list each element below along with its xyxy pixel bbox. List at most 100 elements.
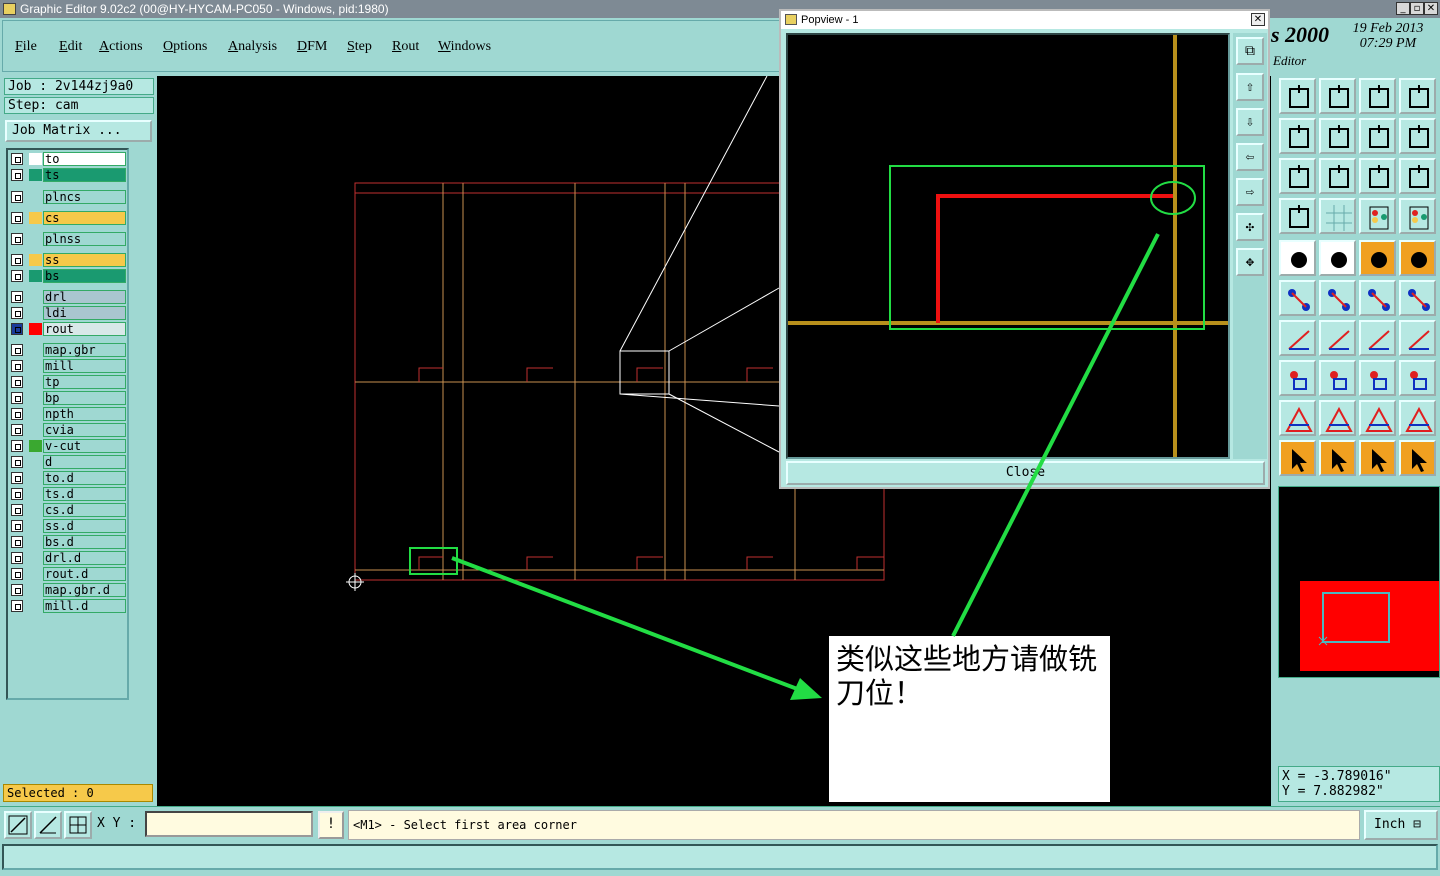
layer-name[interactable]: ts.d [43, 487, 126, 501]
layer-row-cs.d[interactable]: cs.d [8, 503, 128, 517]
tool-line-icon[interactable] [1319, 320, 1356, 356]
tool-feature-icon[interactable] [1279, 360, 1316, 396]
layer-color-swatch[interactable] [29, 323, 42, 335]
tool-snap-point-icon[interactable] [1359, 280, 1396, 316]
layer-name[interactable]: map.gbr.d [43, 583, 126, 597]
layer-name[interactable]: tp [43, 375, 126, 389]
layer-checkbox[interactable] [11, 323, 23, 335]
maximize-button[interactable]: ▫ [1410, 2, 1424, 15]
tool-triangle-d-icon[interactable] [1399, 400, 1436, 436]
close-window-button[interactable]: ✕ [1424, 2, 1438, 15]
layer-name[interactable]: to [43, 152, 126, 166]
tool-home-icon[interactable] [1359, 78, 1396, 114]
layer-checkbox[interactable] [11, 270, 23, 282]
layer-row-ts[interactable]: ts [8, 168, 128, 182]
pop-pan-up-icon[interactable]: ⇧ [1236, 73, 1264, 101]
layer-row-tp[interactable]: tp [8, 375, 128, 389]
tool-connect-icon[interactable] [1399, 280, 1436, 316]
layer-checkbox[interactable] [11, 169, 23, 181]
tool-minus-icon[interactable] [1319, 360, 1356, 396]
pop-pan-left-icon[interactable]: ⇦ [1236, 143, 1264, 171]
layer-checkbox[interactable] [11, 600, 23, 612]
layer-color-swatch[interactable] [29, 376, 42, 388]
layer-checkbox[interactable] [11, 472, 23, 484]
layer-name[interactable]: ss.d [43, 519, 126, 533]
tool-mirror-icon[interactable] [1359, 118, 1396, 154]
layer-row-v-cut[interactable]: v-cut [8, 439, 128, 453]
layer-color-swatch[interactable] [29, 270, 42, 282]
layer-checkbox[interactable] [11, 488, 23, 500]
layer-row-rout.d[interactable]: rout.d [8, 567, 128, 581]
pop-zoom-in-icon[interactable]: ✣ [1236, 213, 1264, 241]
tool-copy-icon[interactable] [1279, 78, 1316, 114]
measure-mode-icon[interactable] [34, 811, 62, 839]
layer-color-swatch[interactable] [29, 552, 42, 564]
xy-input[interactable] [145, 811, 313, 837]
job-matrix-button[interactable]: Job Matrix ... [5, 120, 152, 142]
layer-checkbox[interactable] [11, 191, 23, 203]
layer-checkbox[interactable] [11, 504, 23, 516]
layer-row-map.gbr.d[interactable]: map.gbr.d [8, 583, 128, 597]
popview-close-icon[interactable]: ✕ [1251, 13, 1265, 26]
layer-color-swatch[interactable] [29, 254, 42, 266]
tool-help-icon[interactable] [1399, 158, 1436, 194]
layer-checkbox[interactable] [11, 408, 23, 420]
tool-grid-icon[interactable] [1319, 198, 1356, 234]
layer-checkbox[interactable] [11, 568, 23, 580]
layer-checkbox[interactable] [11, 212, 23, 224]
layer-name[interactable]: rout [43, 322, 126, 336]
grid-snap-icon[interactable] [64, 811, 92, 839]
tool-scale-icon[interactable] [1359, 158, 1396, 194]
layer-checkbox[interactable] [11, 584, 23, 596]
layer-row-npth[interactable]: npth [8, 407, 128, 421]
layer-row-drl[interactable]: drl [8, 290, 128, 304]
popview-close-button[interactable]: Close [786, 461, 1265, 485]
unit-selector[interactable]: Inch ⊟ [1364, 810, 1438, 840]
pop-pan-right-icon[interactable]: ⇨ [1236, 178, 1264, 206]
menu-edit[interactable]: Edit [59, 39, 82, 55]
layer-color-swatch[interactable] [29, 360, 42, 372]
layer-row-cvia[interactable]: cvia [8, 423, 128, 437]
tool-draw-line-icon[interactable] [1319, 240, 1356, 276]
layer-row-ss[interactable]: ss [8, 253, 128, 267]
layer-color-swatch[interactable] [29, 568, 42, 580]
tool-select-pad-icon[interactable] [1279, 240, 1316, 276]
tool-pointer-select-icon[interactable] [1359, 440, 1396, 476]
tool-split-icon[interactable] [1399, 320, 1436, 356]
tool-rotate-icon[interactable] [1399, 118, 1436, 154]
menu-step[interactable]: Step [347, 39, 372, 55]
layer-name[interactable]: npth [43, 407, 126, 421]
layer-row-bs[interactable]: bs [8, 269, 128, 283]
layer-name[interactable]: cs.d [43, 503, 126, 517]
popview-title-bar[interactable]: Popview - 1 ✕ [781, 11, 1268, 29]
layer-color-swatch[interactable] [29, 291, 42, 303]
tool-fit-icon[interactable] [1279, 158, 1316, 194]
tool-move-right-icon[interactable] [1319, 118, 1356, 154]
layer-name[interactable]: mill [43, 359, 126, 373]
layer-color-swatch[interactable] [29, 584, 42, 596]
layer-color-swatch[interactable] [29, 212, 42, 224]
layer-checkbox[interactable] [11, 344, 23, 356]
layer-color-swatch[interactable] [29, 488, 42, 500]
tool-pointer-box-icon[interactable] [1319, 440, 1356, 476]
tool-angle-icon[interactable] [1279, 320, 1316, 356]
popview-canvas[interactable] [786, 33, 1230, 459]
tool-dimension-icon[interactable] [1359, 360, 1396, 396]
layer-name[interactable]: v-cut [43, 439, 126, 453]
menu-dfm[interactable]: DFM [297, 39, 327, 55]
layer-checkbox[interactable] [11, 360, 23, 372]
layer-color-swatch[interactable] [29, 169, 42, 181]
popview-window[interactable]: Popview - 1 ✕ ⧉ ⇧ ⇩ ⇦ ⇨ ✣ ✥ Close [779, 9, 1270, 489]
layer-color-swatch[interactable] [29, 520, 42, 532]
layer-row-mill[interactable]: mill [8, 359, 128, 373]
tool-pad-icon[interactable] [1399, 240, 1436, 276]
layer-checkbox[interactable] [11, 536, 23, 548]
tool-center-icon[interactable] [1319, 158, 1356, 194]
layer-color-swatch[interactable] [29, 191, 42, 203]
layer-row-ldi[interactable]: ldi [8, 306, 128, 320]
layer-row-d[interactable]: d [8, 455, 128, 469]
tool-ruler-icon[interactable] [1359, 240, 1396, 276]
layer-name[interactable]: map.gbr [43, 343, 126, 357]
tool-group-icon[interactable] [1399, 360, 1436, 396]
tool-route-icon[interactable] [1399, 440, 1436, 476]
